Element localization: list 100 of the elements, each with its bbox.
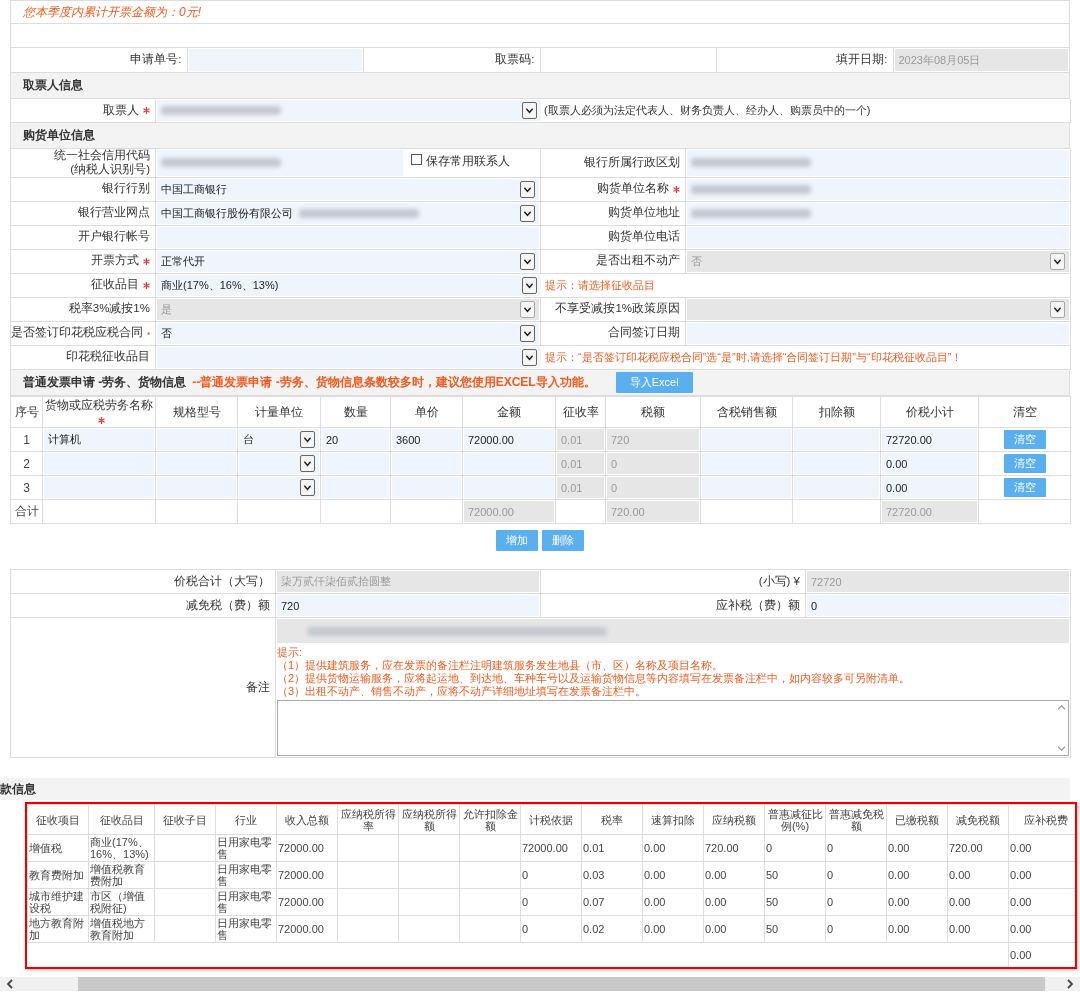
column-header: 价税小计 xyxy=(905,405,954,418)
select-field[interactable]: 商业(17%、16%、13%) xyxy=(157,274,541,296)
select-field[interactable]: 正常代开 xyxy=(157,250,539,272)
input-field[interactable] xyxy=(157,226,539,248)
input-field[interactable]: 3600 xyxy=(392,429,461,451)
field-label: 购货单位电话 xyxy=(608,230,680,244)
field-label: 取票码: xyxy=(495,53,535,67)
chevron-down-icon xyxy=(300,455,315,473)
input-field[interactable]: 0 xyxy=(807,595,1069,617)
input-field[interactable] xyxy=(702,477,791,499)
input-field[interactable] xyxy=(794,453,879,475)
import-excel-button[interactable]: 导入Excel xyxy=(615,371,693,393)
column-header: 单价 xyxy=(414,405,439,418)
column-header: 征收项目 xyxy=(36,813,80,826)
table-cell: 0.00 xyxy=(888,842,910,855)
field-label: 不享受减按1%政策原因 xyxy=(555,302,680,316)
chevron-down-icon xyxy=(522,102,537,119)
chevron-down-icon xyxy=(300,479,315,497)
table-cell: 0.00 xyxy=(705,923,727,936)
input-field[interactable] xyxy=(687,202,1069,224)
input-field[interactable] xyxy=(687,226,1069,248)
input-field[interactable] xyxy=(157,429,236,451)
table-cell: 0.00 xyxy=(644,869,666,882)
input-field[interactable] xyxy=(44,477,154,499)
select-field[interactable]: 台 xyxy=(239,429,319,451)
input-field[interactable] xyxy=(322,477,389,499)
select-field[interactable] xyxy=(239,477,319,499)
input-field[interactable]: 720 xyxy=(277,595,539,617)
field-label: 申请单号: xyxy=(130,53,182,67)
input-field[interactable] xyxy=(464,453,554,475)
table-cell: 0.00 xyxy=(888,869,910,882)
table-cell: 72000.00 xyxy=(278,896,324,909)
hint-text: （2）提供货物运输服务，应将起运地、到达地、车种车号以及运输货物信息等内容填写在发票备注栏中，如内容较多可另附清单。 xyxy=(277,672,912,686)
table-cell: 0 xyxy=(522,869,529,882)
field-label: 印花税征收品目 xyxy=(66,350,150,364)
chevron-down-icon xyxy=(520,300,535,318)
table-cell: 0 xyxy=(766,842,773,855)
input-field[interactable] xyxy=(392,453,461,475)
table-cell: 0.00 xyxy=(705,869,727,882)
chevron-down-icon xyxy=(520,204,535,222)
input-field[interactable] xyxy=(157,477,236,499)
action-button[interactable]: 删除 xyxy=(542,530,584,552)
clear-button[interactable]: 清空 xyxy=(1003,430,1046,450)
column-header: 应纳税所得率 xyxy=(340,807,396,832)
field-label: 开户银行帐号 xyxy=(78,230,150,244)
input-field[interactable] xyxy=(702,429,791,451)
input-field[interactable]: 72000.00 xyxy=(464,429,554,451)
clear-button[interactable]: 清空 xyxy=(1003,478,1046,498)
table-cell: 商业(17%、16%、13%) xyxy=(90,836,149,861)
table-cell: 720.00 xyxy=(949,842,983,855)
input-field[interactable] xyxy=(188,49,362,71)
input-field[interactable] xyxy=(464,477,554,499)
action-button[interactable]: 增加 xyxy=(496,530,538,552)
input-field[interactable]: 0.00 xyxy=(882,453,977,475)
table-cell: 0.00 xyxy=(888,896,910,909)
table-cell: 72000.00 xyxy=(522,842,568,855)
hint-text: 提示: xyxy=(277,646,304,660)
input-field[interactable] xyxy=(794,477,879,499)
input-field[interactable] xyxy=(687,322,1069,344)
column-header: 允许扣除金额 xyxy=(462,807,518,832)
input-field[interactable]: 72720.00 xyxy=(882,429,977,451)
input-field[interactable]: 计算机 xyxy=(44,429,154,451)
scroll-down-icon[interactable] xyxy=(1056,745,1066,753)
checkbox[interactable] xyxy=(411,154,422,165)
select-field[interactable]: 中国工商银行 xyxy=(157,178,539,200)
table-cell: 地方教育附加 xyxy=(29,917,84,942)
column-header: 已缴税额 xyxy=(895,813,939,826)
input-field[interactable] xyxy=(794,429,879,451)
table-cell: 0.01 xyxy=(583,842,605,855)
total-label: 合计 xyxy=(14,504,39,519)
field-label: 征收品目 xyxy=(91,278,139,292)
input-field[interactable] xyxy=(702,453,791,475)
input-field[interactable]: 0.00 xyxy=(882,477,977,499)
column-header: 规格型号 xyxy=(172,405,221,418)
input-field[interactable] xyxy=(157,150,403,176)
select-field[interactable] xyxy=(239,453,319,475)
notice-text: 您本季度内累计开票金额为：0元! xyxy=(23,3,201,21)
input-field[interactable]: 20 xyxy=(322,429,389,451)
clear-button[interactable]: 清空 xyxy=(1003,454,1046,474)
input-field[interactable] xyxy=(44,453,154,475)
column-header: 应纳税额 xyxy=(712,813,756,826)
select-field[interactable] xyxy=(157,346,541,368)
scroll-up-icon[interactable] xyxy=(1056,704,1066,712)
field-label: 统一社会信用代码 (纳税人识别号) xyxy=(54,149,150,177)
table-cell: 0 xyxy=(827,842,834,855)
input-field[interactable] xyxy=(687,150,1069,176)
select-field[interactable]: 中国工商银行股份有限公司 xyxy=(157,202,539,224)
table-cell: 50 xyxy=(766,923,779,936)
input-field[interactable] xyxy=(322,453,389,475)
table-cell: 0.02 xyxy=(583,923,605,936)
input-field[interactable] xyxy=(392,477,461,499)
input-field[interactable] xyxy=(157,453,236,475)
select-field[interactable]: 否 xyxy=(157,322,539,344)
input-field[interactable] xyxy=(687,178,1069,200)
table-cell: 0 xyxy=(827,923,834,936)
remarks-text-area[interactable] xyxy=(277,700,1069,757)
chevron-down-icon xyxy=(1050,252,1065,270)
note-text: (取票人必须为法定代表人、财务负责人、经办人、购票员中的一个) xyxy=(543,103,871,118)
table-cell: 0.00 xyxy=(949,869,971,882)
select-field[interactable] xyxy=(157,100,541,121)
